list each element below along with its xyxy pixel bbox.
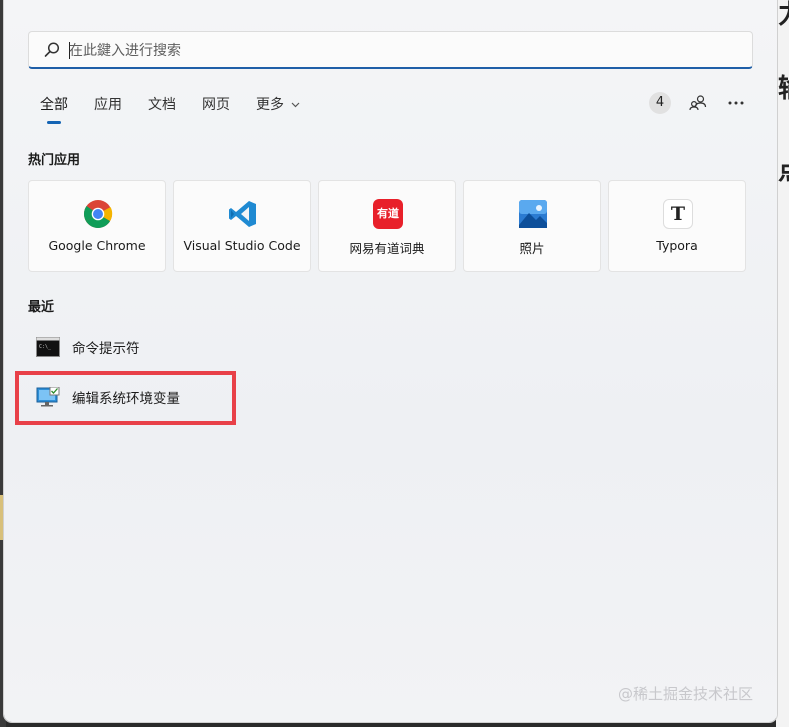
highlight-box (15, 371, 236, 425)
youdao-icon: 有道 (373, 199, 403, 229)
active-tab-indicator (47, 121, 61, 124)
tab-all-label: 全部 (40, 97, 68, 113)
watermark: @稀土掘金技术社区 (617, 685, 753, 703)
tab-web[interactable]: 网页 (202, 94, 230, 118)
more-options-icon[interactable] (725, 92, 747, 114)
cmd-icon: C:\_ (36, 337, 60, 357)
search-input[interactable] (67, 38, 731, 64)
app-tile-youdao[interactable]: 有道 网易有道词典 (318, 180, 456, 272)
background-window-right: 力 输 点 (776, 0, 789, 727)
svg-text:C:\_: C:\_ (39, 344, 52, 350)
tab-documents[interactable]: 文档 (148, 94, 176, 118)
app-tile-vscode[interactable]: Visual Studio Code (173, 180, 311, 272)
app-tile-label: Google Chrome (48, 238, 146, 253)
top-apps-grid: Google Chrome Visual Studio Code 有道 网易有道… (28, 180, 746, 272)
app-tile-google-chrome[interactable]: Google Chrome (28, 180, 166, 272)
tab-more-label: 更多 (256, 97, 284, 113)
search-icon (44, 42, 60, 57)
tab-apps-label: 应用 (94, 97, 122, 113)
app-tile-label: Visual Studio Code (183, 238, 301, 253)
recent-item-cmd[interactable]: C:\_ 命令提示符 (36, 332, 140, 362)
tab-all[interactable]: 全部 (40, 94, 68, 124)
recent-title: 最近 (28, 300, 55, 315)
photos-icon (519, 200, 547, 228)
tab-documents-label: 文档 (148, 97, 176, 113)
vscode-icon (229, 201, 256, 227)
search-filter-tabs: 全部 应用 文档 网页 更多 (40, 94, 326, 124)
account-switch-icon[interactable] (687, 92, 709, 114)
app-tile-photos[interactable]: 照片 (463, 180, 601, 272)
chrome-icon (84, 200, 113, 228)
app-tile-label: 网易有道词典 (349, 241, 425, 256)
top-apps-title: 热门应用 (28, 153, 81, 168)
chevron-down-icon (292, 102, 300, 108)
tab-more[interactable]: 更多 (256, 94, 300, 118)
app-tile-label: Typora (656, 238, 698, 253)
rewards-badge[interactable]: 4 (649, 92, 671, 114)
search-box[interactable] (28, 31, 753, 69)
app-tile-label: 照片 (519, 241, 545, 256)
start-search-panel: 全部 应用 文档 网页 更多 4 热门应用 (4, 0, 777, 722)
tab-web-label: 网页 (202, 97, 230, 113)
app-tile-typora[interactable]: T Typora (608, 180, 746, 272)
tab-apps[interactable]: 应用 (94, 94, 122, 118)
typora-icon: T (663, 199, 693, 229)
recent-item-label: 命令提示符 (72, 341, 140, 357)
